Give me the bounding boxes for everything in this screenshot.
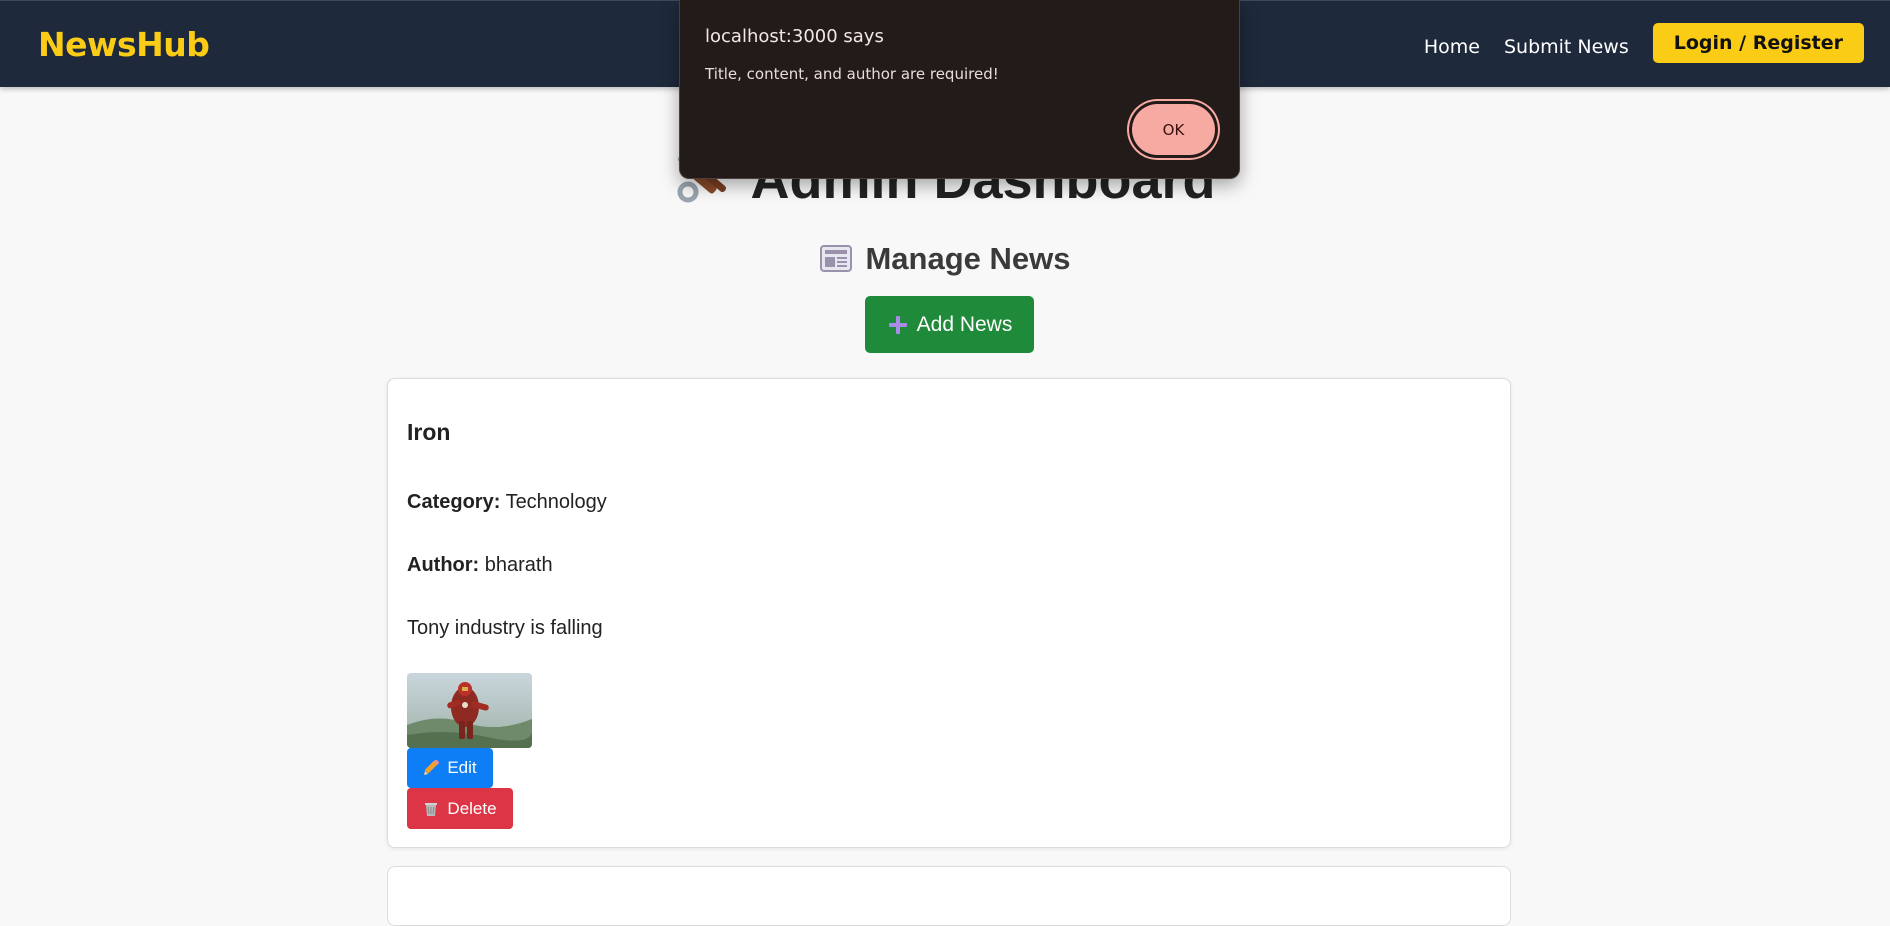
news-title: Iron <box>407 419 451 445</box>
author-label: Author: <box>407 554 480 576</box>
login-register-button[interactable]: Login / Register <box>1652 23 1864 63</box>
nav-link-submit-news[interactable]: Submit News <box>1504 36 1629 58</box>
author-value: bharath <box>484 554 553 576</box>
dialog-message: Title, content, and author are required! <box>705 65 999 83</box>
news-thumbnail <box>407 673 532 748</box>
news-category: Category: Technology <box>407 491 607 514</box>
add-news-button[interactable]: Add News <box>865 296 1034 353</box>
alert-dialog: localhost:3000 says Title, content, and … <box>679 0 1240 179</box>
brand-logo[interactable]: NewsHub <box>38 25 210 64</box>
nav-link-home[interactable]: Home <box>1424 36 1480 58</box>
category-value: Technology <box>505 491 607 513</box>
delete-label: Delete <box>447 798 497 818</box>
add-news-label: Add News <box>916 312 1013 336</box>
edit-label: Edit <box>447 758 477 777</box>
category-label: Category: <box>407 491 501 513</box>
section-title: Manage News <box>0 241 1890 277</box>
dialog-ok-button[interactable]: OK <box>1132 104 1215 155</box>
delete-button[interactable]: Delete <box>407 788 513 829</box>
pencil-icon <box>423 759 440 776</box>
news-card <box>387 866 1511 926</box>
news-author: Author: bharath <box>407 554 553 577</box>
edit-button[interactable]: Edit <box>407 748 493 788</box>
nav-links: Home Submit News Login / Register <box>1424 23 1864 63</box>
newspaper-icon <box>819 241 853 275</box>
section-title-text: Manage News <box>865 241 1071 276</box>
news-card: Iron Category: Technology Author: bharat… <box>387 378 1511 848</box>
plus-icon <box>887 314 909 336</box>
news-content: Tony industry is falling <box>407 617 603 639</box>
wastebasket-icon <box>423 801 439 817</box>
dialog-title: localhost:3000 says <box>705 26 884 47</box>
